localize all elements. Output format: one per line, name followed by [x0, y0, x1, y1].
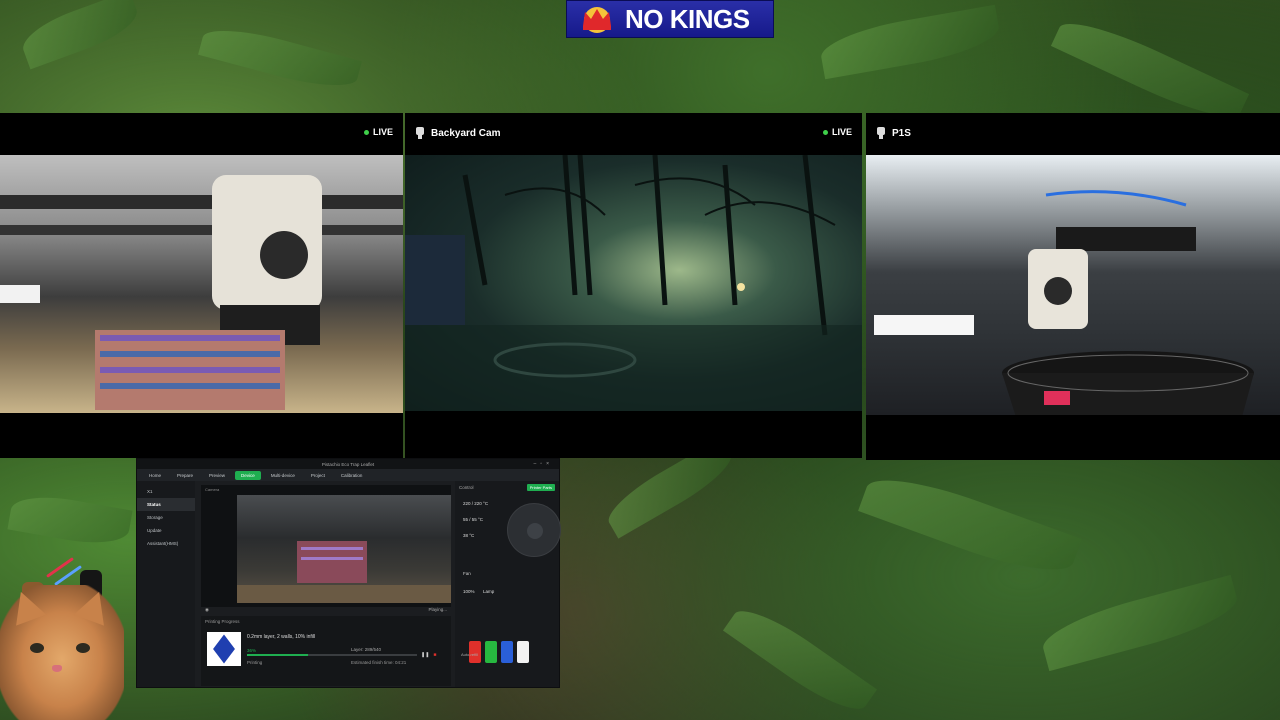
camera-tile-3[interactable]: P1S: [866, 113, 1280, 460]
tab-calibration[interactable]: Calibration: [335, 471, 369, 480]
control-label: Control: [459, 485, 474, 490]
camera-record-icon[interactable]: ◉: [205, 607, 209, 615]
chamber-temp: 38 °C: [463, 533, 475, 538]
model-thumbnail: [207, 632, 241, 666]
spool-slot-4[interactable]: [517, 641, 529, 663]
cat-overlay: [0, 585, 124, 720]
print-controls: ❚❚ ■: [421, 652, 436, 658]
live-dot-icon: [822, 129, 828, 135]
camera-label: Camera: [205, 487, 220, 492]
camera-header: Backyard Cam: [405, 113, 862, 153]
live-indicator: LIVE: [363, 127, 393, 137]
live-indicator: LIVE: [822, 127, 852, 137]
live-dot-icon: [363, 129, 369, 135]
control-panel: Control Printer Parts 220 / 220 °C 55 / …: [455, 481, 561, 687]
printer-camera-view: [237, 495, 451, 603]
camera-feed-printer: [0, 155, 403, 413]
pause-icon[interactable]: ❚❚: [421, 652, 429, 658]
camera-tile-1[interactable]: LIVE: [0, 113, 403, 458]
axis-jog-control[interactable]: [507, 503, 561, 557]
finish-time: Estimated finish time: 04:21: [351, 660, 407, 665]
camera-feed-backyard: [405, 155, 862, 411]
camera-header: P1S: [866, 113, 1280, 153]
cat-ear-right: [73, 586, 115, 626]
camera-footer: ◉ Playing...: [201, 607, 451, 615]
camera-icon: [876, 127, 886, 139]
printer-parts-button[interactable]: Printer Parts: [526, 484, 555, 491]
banner-text: NO KINGS: [625, 3, 750, 34]
tab-home[interactable]: Home: [143, 471, 167, 480]
cat-eye-right: [76, 643, 90, 653]
slicer-app-window[interactable]: Pistachio Eco Trap Leaflet –▫× Home Prep…: [136, 458, 561, 688]
main-tabs: Home Prepare Preview Device Multi-device…: [137, 469, 559, 481]
title-bar: Pistachio Eco Trap Leaflet –▫×: [137, 459, 559, 469]
nozzle-temp[interactable]: 220 / 220 °C: [463, 501, 488, 506]
camera-header: [0, 113, 403, 153]
camera-title: P1S: [892, 127, 911, 139]
crown-icon: [575, 4, 619, 34]
fan-label[interactable]: Fan: [463, 571, 471, 576]
camera-icon: [415, 127, 425, 139]
sidebar-item-status[interactable]: Status: [137, 498, 195, 511]
live-label: LIVE: [372, 127, 393, 137]
window-title: Pistachio Eco Trap Leaflet: [321, 461, 375, 467]
printing-progress-panel: Printing Progress 0.2mm layer, 2 walls, …: [201, 616, 451, 686]
playing-status: Playing...: [428, 607, 447, 612]
tab-prepare[interactable]: Prepare: [171, 471, 199, 480]
tab-device[interactable]: Device: [235, 470, 261, 480]
printer-camera-panel: Camera: [201, 485, 451, 607]
progress-percent: 36%: [247, 648, 257, 653]
speed-value[interactable]: 100%: [463, 589, 475, 594]
camera-feed-p1s: [866, 155, 1280, 415]
camera-title: Backyard Cam: [431, 127, 501, 139]
bed-temp[interactable]: 55 / 55 °C: [463, 517, 483, 522]
window-controls[interactable]: –▫×: [534, 461, 553, 467]
progress-bar: [247, 654, 417, 656]
tab-project[interactable]: Project: [305, 471, 331, 480]
spool-slot-2[interactable]: [485, 641, 497, 663]
tab-preview[interactable]: Preview: [203, 471, 231, 480]
sidebar-item-assistant[interactable]: Assistant(HMS): [137, 537, 195, 550]
sidebar-item-update[interactable]: Update: [137, 524, 195, 537]
lamp-label[interactable]: Lamp: [483, 589, 494, 594]
live-label: LIVE: [831, 127, 852, 137]
print-status: Printing: [247, 660, 263, 665]
auto-refill-label[interactable]: Auto-refill: [461, 652, 478, 657]
cat-nose: [52, 665, 62, 672]
sidebar-item-storage[interactable]: Storage: [137, 511, 195, 524]
spool-slot-3[interactable]: [501, 641, 513, 663]
camera-tile-2[interactable]: Backyard Cam LIVE: [405, 113, 862, 458]
device-sidebar: X1 Status Storage Update Assistant(HMS): [137, 481, 195, 687]
cat-ear-left: [5, 586, 47, 626]
stop-icon[interactable]: ■: [433, 652, 436, 658]
no-kings-banner: NO KINGS: [566, 0, 774, 38]
progress-header: Printing Progress: [205, 619, 240, 624]
layer-count: Layer: 289/540: [351, 647, 382, 652]
printer-selector[interactable]: X1: [137, 485, 195, 498]
plate-settings: 0.2mm layer, 2 walls, 10% infill: [247, 634, 316, 640]
tab-multi-device[interactable]: Multi-device: [265, 471, 301, 480]
cat-eye-left: [30, 643, 44, 653]
